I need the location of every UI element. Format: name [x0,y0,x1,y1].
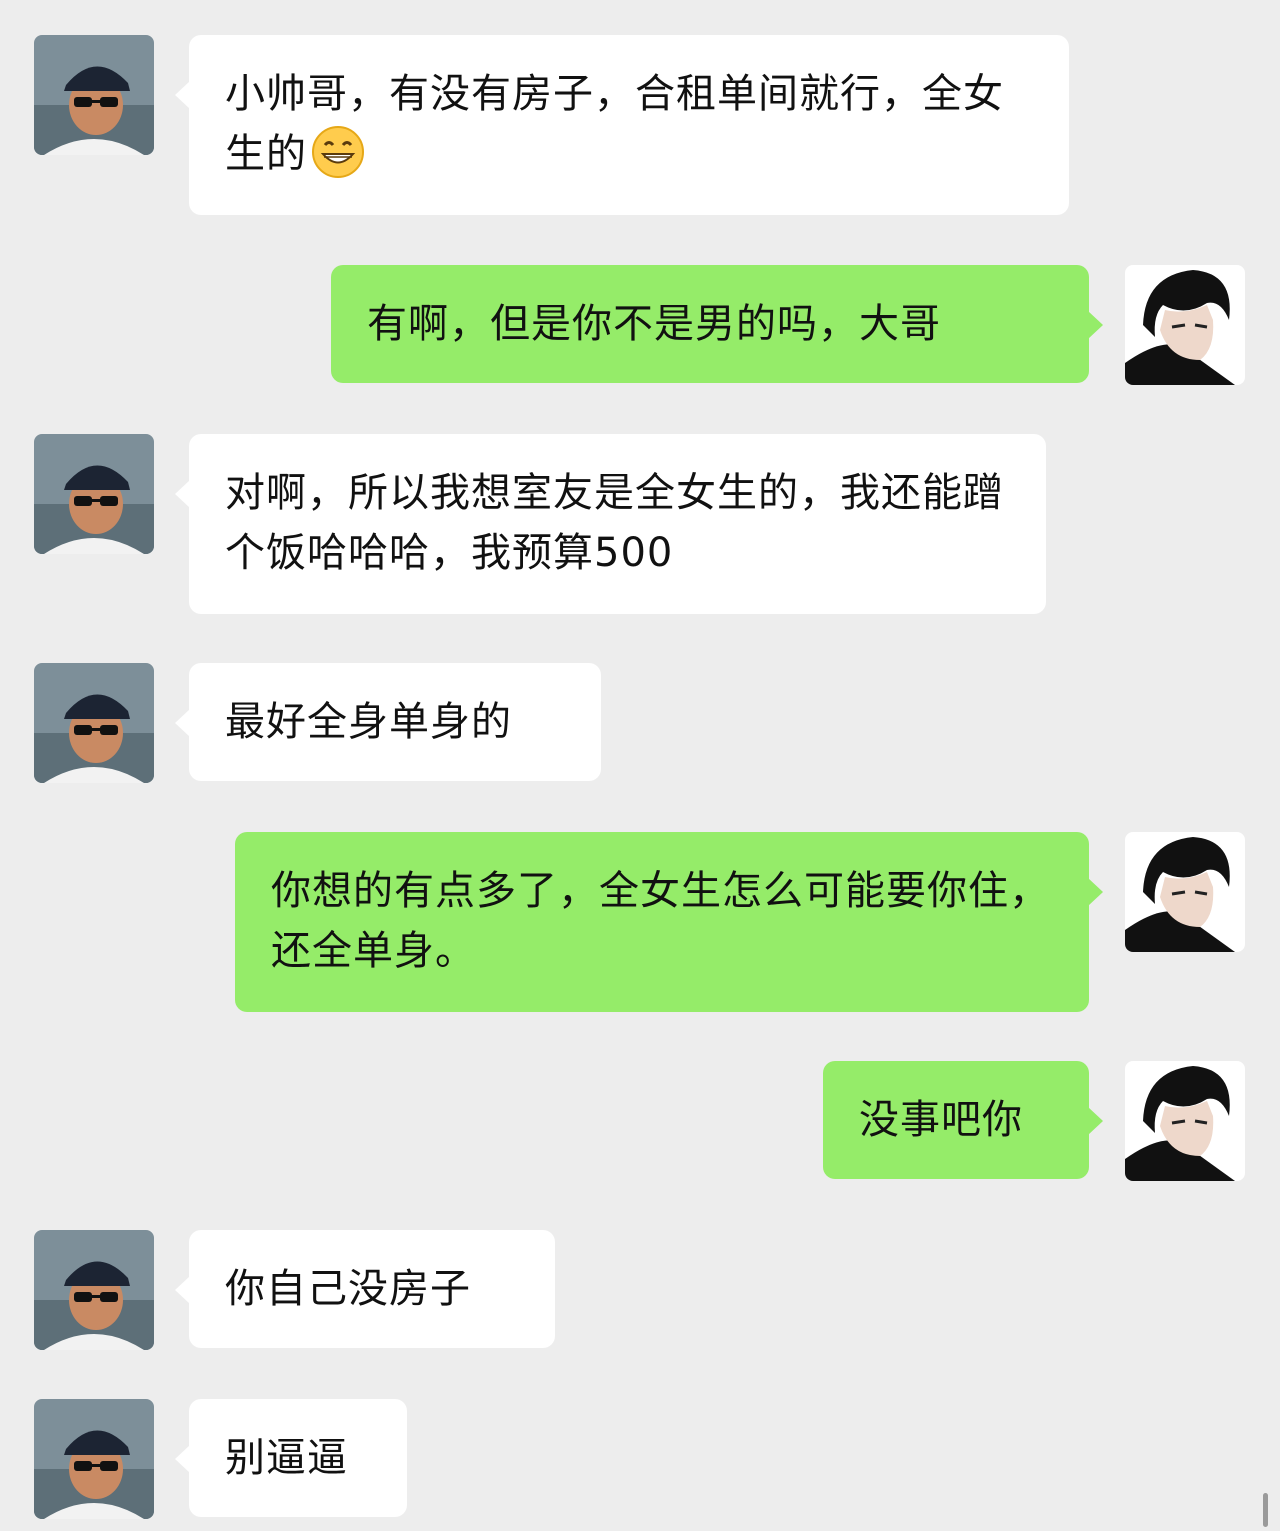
message-bubble-outgoing[interactable]: 有啊，但是你不是男的吗，大哥 [331,265,1103,383]
man-in-cap-sunglasses-avatar [34,434,154,554]
my-avatar[interactable] [1125,1061,1245,1181]
contact-avatar[interactable] [34,1399,154,1519]
message-text: 你想的有点多了，全女生怎么可能要你住，还全单身。 [271,868,1050,974]
message-text: 最好全身单身的 [225,699,512,745]
dark-haired-person-avatar [1125,1061,1245,1181]
message-text: 没事吧你 [859,1097,1023,1143]
contact-avatar[interactable] [34,35,154,155]
message-bubble-outgoing[interactable]: 你想的有点多了，全女生怎么可能要你住，还全单身。 [235,832,1103,1012]
message-bubble-incoming[interactable]: 你自己没房子 [175,1230,555,1348]
my-avatar[interactable] [1125,832,1245,952]
message-text: 你自己没房子 [225,1266,471,1312]
message-bubble-incoming[interactable]: 别逼逼 [175,1399,407,1517]
message-text: 对啊，所以我想室友是全女生的，我还能蹭个饭哈哈哈，我预算500 [225,470,1004,576]
contact-avatar[interactable] [34,663,154,783]
man-in-cap-sunglasses-avatar [34,663,154,783]
message-text: 别逼逼 [225,1435,348,1481]
contact-avatar[interactable] [34,1230,154,1350]
man-in-cap-sunglasses-avatar [34,1230,154,1350]
dark-haired-person-avatar [1125,832,1245,952]
scrollbar[interactable] [1263,1493,1268,1527]
my-avatar[interactable] [1125,265,1245,385]
man-in-cap-sunglasses-avatar [34,35,154,155]
message-text: 有啊，但是你不是男的吗，大哥 [367,301,941,347]
grinning-face-emoji [312,126,364,178]
dark-haired-person-avatar [1125,265,1245,385]
message-bubble-incoming[interactable]: 小帅哥，有没有房子，合租单间就行，全女生的 [175,35,1069,215]
contact-avatar[interactable] [34,434,154,554]
message-bubble-outgoing[interactable]: 没事吧你 [823,1061,1103,1179]
chat-message-list[interactable]: 小帅哥，有没有房子，合租单间就行，全女生的 有啊，但是你不是男的吗，大哥 对啊，… [0,0,1280,1531]
man-in-cap-sunglasses-avatar [34,1399,154,1519]
message-bubble-incoming[interactable]: 最好全身单身的 [175,663,601,781]
message-bubble-incoming[interactable]: 对啊，所以我想室友是全女生的，我还能蹭个饭哈哈哈，我预算500 [175,434,1046,614]
